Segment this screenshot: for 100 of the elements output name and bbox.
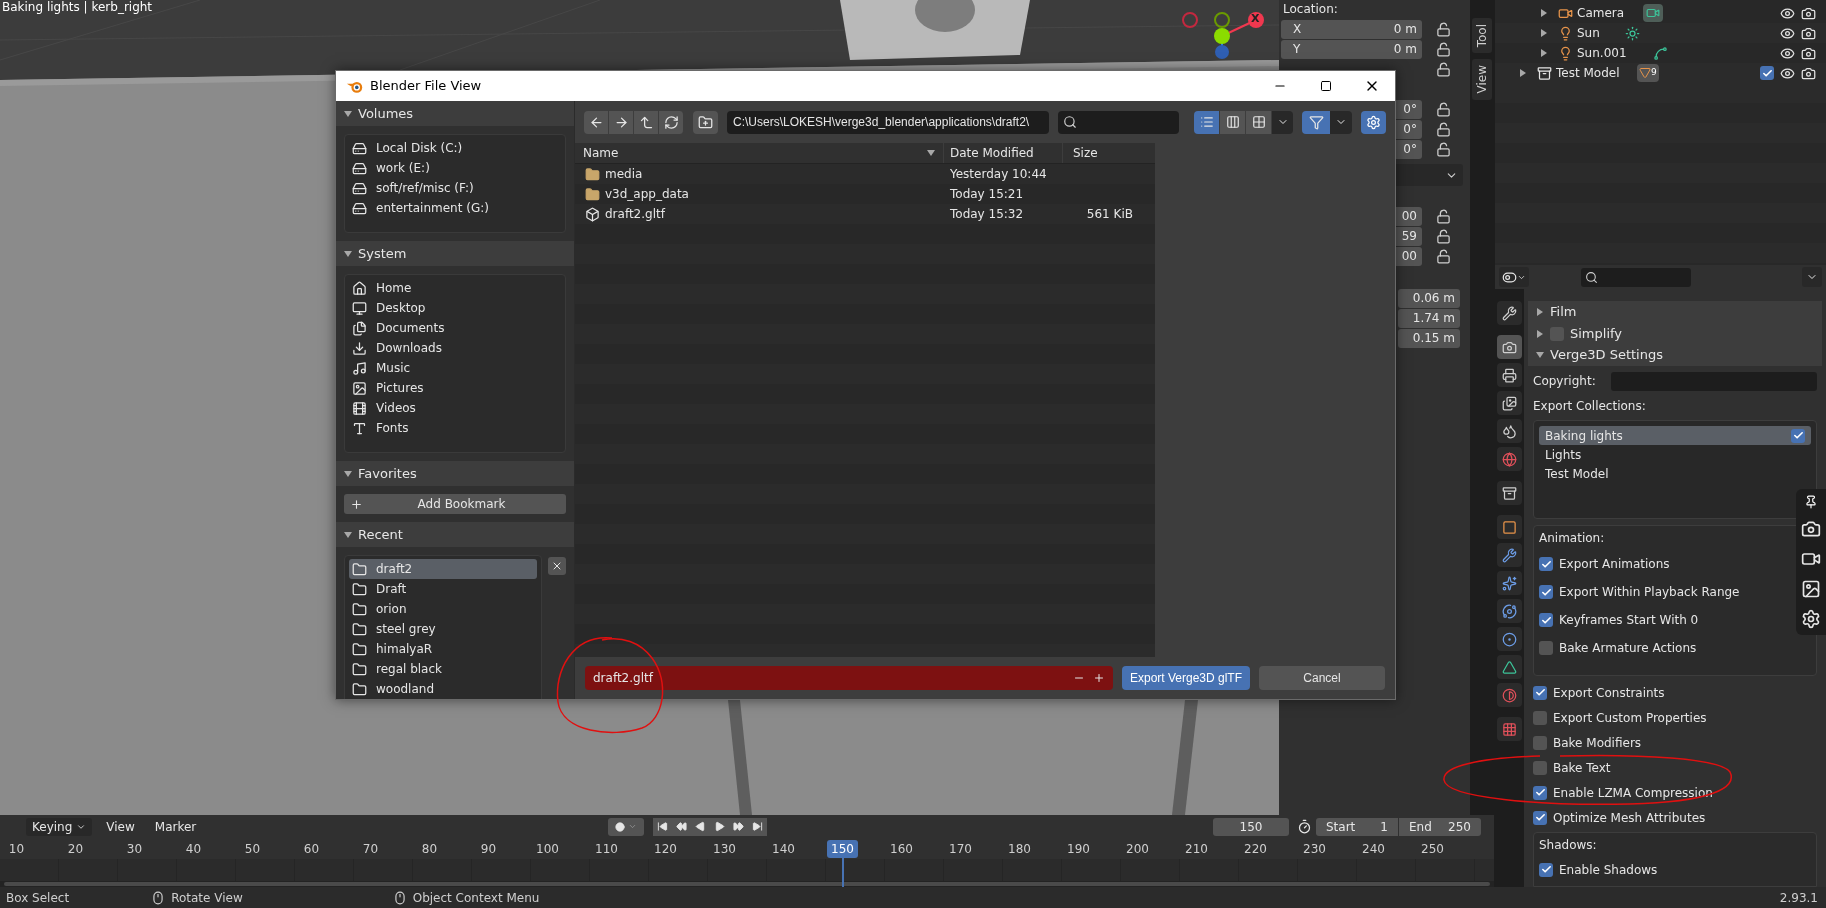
collapse-arrow-icon[interactable] bbox=[344, 110, 352, 118]
unlocked-icon[interactable] bbox=[1436, 121, 1451, 137]
expand-arrow-icon[interactable] bbox=[1540, 29, 1548, 37]
panel-header[interactable]: Volumes bbox=[358, 104, 414, 124]
sidebar-item[interactable]: soft/ref/misc (F:) bbox=[349, 178, 561, 198]
sidebar-item[interactable]: draft2 bbox=[349, 559, 537, 579]
sidebar-item[interactable]: orion bbox=[349, 599, 537, 619]
unlocked-icon[interactable] bbox=[1436, 141, 1451, 157]
checkbox[interactable] bbox=[1533, 735, 1547, 750]
current-frame-field[interactable]: 150 bbox=[1213, 817, 1289, 836]
path-field[interactable]: C:\Users\LOKESH\verge3d_blender\applications\draft2\ bbox=[727, 110, 1049, 134]
outliner-item-name[interactable]: Test Model bbox=[1555, 65, 1621, 81]
properties-tab[interactable] bbox=[1497, 627, 1522, 651]
collection-list-item[interactable]: Lights bbox=[1539, 445, 1588, 464]
new-folder-button[interactable] bbox=[693, 110, 718, 134]
expand-arrow-icon[interactable] bbox=[1536, 329, 1544, 338]
collapse-arrow-icon[interactable] bbox=[344, 470, 352, 478]
expand-arrow-icon[interactable] bbox=[1540, 9, 1548, 17]
sidebar-item[interactable]: Downloads bbox=[349, 338, 561, 358]
sidebar-tab[interactable]: Tool bbox=[1472, 18, 1492, 54]
image-icon[interactable] bbox=[1801, 579, 1821, 599]
menu-item[interactable]: View bbox=[100, 817, 141, 836]
checkbox[interactable] bbox=[1539, 862, 1553, 877]
display-mode-button[interactable] bbox=[1246, 110, 1272, 134]
display-mode-button[interactable] bbox=[1194, 110, 1220, 134]
checkbox[interactable] bbox=[1539, 585, 1553, 599]
checkbox[interactable] bbox=[1533, 810, 1547, 825]
number-field[interactable]: 1.74 m bbox=[1398, 308, 1460, 328]
plus-icon[interactable] bbox=[1093, 672, 1105, 684]
properties-tab[interactable] bbox=[1497, 515, 1522, 539]
checkbox[interactable] bbox=[1539, 557, 1553, 571]
collapse-arrow-icon[interactable] bbox=[1536, 351, 1544, 360]
number-field[interactable]: X 0 m bbox=[1281, 19, 1422, 39]
sidebar-item[interactable]: Music bbox=[349, 358, 561, 378]
expand-arrow-icon[interactable] bbox=[1536, 307, 1544, 316]
sidebar-item[interactable]: woodland bbox=[349, 679, 537, 699]
clear-button[interactable] bbox=[548, 557, 566, 575]
settings-icon[interactable] bbox=[1801, 609, 1821, 629]
checkbox[interactable] bbox=[1539, 641, 1553, 655]
sidebar-item[interactable]: Videos bbox=[349, 398, 561, 418]
end-frame-field[interactable]: End 250 bbox=[1399, 817, 1481, 836]
checkbox[interactable] bbox=[1533, 785, 1547, 800]
number-field[interactable]: Y 0 m bbox=[1281, 39, 1422, 59]
settings-button[interactable] bbox=[1361, 110, 1386, 134]
number-field[interactable]: 0.15 m bbox=[1398, 328, 1460, 348]
collapse-arrow-icon[interactable] bbox=[344, 531, 352, 539]
jump-start-button[interactable] bbox=[653, 817, 672, 836]
sidebar-item[interactable]: entertainment (G:) bbox=[349, 198, 561, 218]
pin-icon[interactable] bbox=[1804, 495, 1818, 509]
collapse-arrow-icon[interactable] bbox=[344, 250, 352, 258]
forward-button[interactable] bbox=[609, 110, 634, 134]
sidebar-item[interactable]: regal black bbox=[349, 659, 537, 679]
render-icon[interactable] bbox=[1801, 5, 1816, 21]
checkbox[interactable] bbox=[1539, 613, 1553, 627]
visibility-icon[interactable] bbox=[1780, 25, 1795, 41]
jump-end-button[interactable] bbox=[748, 817, 767, 836]
render-icon[interactable] bbox=[1801, 65, 1816, 81]
search-field[interactable] bbox=[1581, 267, 1691, 287]
unlocked-icon[interactable] bbox=[1436, 248, 1451, 264]
visibility-icon[interactable] bbox=[1780, 65, 1795, 81]
outliner-item-name[interactable]: Sun bbox=[1576, 25, 1601, 41]
sidebar-item[interactable]: Desktop bbox=[349, 298, 561, 318]
collection-list-item[interactable]: Test Model bbox=[1539, 464, 1615, 483]
add-bookmark-button[interactable]: Add Bookmark bbox=[344, 494, 566, 514]
display-options-dropdown[interactable] bbox=[1272, 110, 1293, 134]
sidebar-item[interactable]: steel grey bbox=[349, 619, 537, 639]
sidebar-item[interactable]: Draft bbox=[349, 579, 537, 599]
sidebar-item[interactable]: work (E:) bbox=[349, 158, 561, 178]
properties-tab[interactable] bbox=[1497, 571, 1522, 595]
render-icon[interactable] bbox=[1801, 45, 1816, 61]
sidebar-item[interactable]: Pictures bbox=[349, 378, 561, 398]
panel-header[interactable]: Recent bbox=[358, 525, 403, 545]
editor-type-button[interactable] bbox=[1499, 267, 1529, 287]
properties-tab[interactable] bbox=[1497, 543, 1522, 567]
outliner-item-name[interactable]: Sun.001 bbox=[1576, 45, 1628, 61]
collection-list-item[interactable]: Baking lights bbox=[1539, 426, 1811, 445]
back-button[interactable] bbox=[584, 110, 609, 134]
column-header[interactable]: Date Modified bbox=[944, 143, 1063, 163]
checkbox[interactable] bbox=[1533, 760, 1547, 775]
parent-folder-button[interactable] bbox=[634, 110, 659, 134]
visibility-icon[interactable] bbox=[1780, 5, 1795, 21]
display-mode-button[interactable] bbox=[1220, 110, 1246, 134]
render-icon[interactable] bbox=[1801, 25, 1816, 41]
properties-tab[interactable] bbox=[1497, 363, 1522, 387]
expand-arrow-icon[interactable] bbox=[1540, 49, 1548, 57]
properties-tab[interactable] bbox=[1497, 301, 1522, 325]
properties-tab[interactable] bbox=[1497, 391, 1522, 415]
checkbox[interactable] bbox=[1533, 710, 1547, 725]
column-header[interactable]: Name bbox=[575, 143, 944, 163]
export-button[interactable]: Export Verge3D glTF bbox=[1122, 666, 1250, 690]
sidebar-tab[interactable]: View bbox=[1472, 59, 1492, 100]
unlocked-icon[interactable] bbox=[1436, 101, 1451, 117]
cancel-button[interactable]: Cancel bbox=[1259, 666, 1385, 690]
start-frame-field[interactable]: Start 1 bbox=[1316, 817, 1398, 836]
menu-dropdown[interactable]: Keying bbox=[26, 817, 93, 836]
unlocked-icon[interactable] bbox=[1436, 61, 1451, 77]
column-header[interactable]: Size bbox=[1063, 143, 1155, 163]
checkbox[interactable] bbox=[1791, 428, 1805, 443]
unlocked-icon[interactable] bbox=[1436, 228, 1451, 244]
checkbox[interactable] bbox=[1533, 685, 1547, 700]
